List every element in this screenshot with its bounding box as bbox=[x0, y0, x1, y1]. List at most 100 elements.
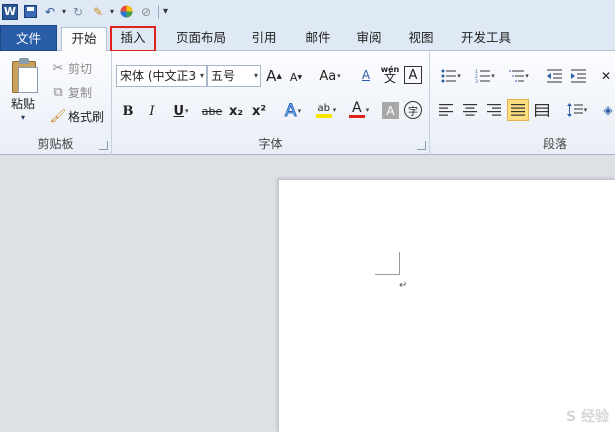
paragraph-group-label: 段落 bbox=[542, 137, 567, 151]
shrink-font-label: A bbox=[289, 70, 298, 84]
text-effects-label: A bbox=[284, 101, 297, 122]
tab-mailings[interactable]: 邮件 bbox=[300, 27, 336, 51]
italic-label: I bbox=[149, 103, 155, 119]
subscript-button[interactable]: x₂ bbox=[226, 101, 246, 121]
strikethrough-label: abe bbox=[201, 104, 223, 118]
asian-layout-button[interactable]: ✕ bbox=[596, 66, 615, 86]
tab-file[interactable]: 文件 bbox=[0, 25, 57, 51]
superscript-button[interactable]: x² bbox=[249, 101, 269, 121]
distributed-icon bbox=[535, 103, 549, 117]
paragraph-group: ▾ 123 ▾ ▾ ✕ ▾ ◈ 段落 bbox=[430, 51, 615, 155]
clipboard-group: 粘贴 ▾ ✂ 剪切 ⧉ 复制 🖌 格式刷 剪贴板 bbox=[0, 51, 112, 155]
shrink-font-button[interactable]: A ▼ bbox=[286, 67, 306, 87]
numbering-icon: 123 bbox=[475, 69, 491, 83]
align-center-button[interactable] bbox=[460, 100, 480, 120]
qat-separator bbox=[158, 4, 160, 19]
undo-dropdown-icon[interactable]: ▾ bbox=[62, 7, 66, 16]
multilevel-list-button[interactable]: ▾ bbox=[504, 66, 534, 86]
line-spacing-button[interactable]: ▾ bbox=[562, 100, 592, 120]
align-left-button[interactable] bbox=[436, 100, 456, 120]
undo-icon[interactable]: ↶ bbox=[42, 4, 58, 20]
character-shading-button[interactable]: A bbox=[382, 102, 399, 119]
align-left-icon bbox=[439, 104, 453, 116]
brush-icon: 🖌 bbox=[49, 109, 67, 124]
character-border-label: A bbox=[408, 67, 418, 83]
bullets-icon bbox=[441, 69, 457, 83]
paste-dropdown-icon[interactable]: ▾ bbox=[21, 113, 25, 122]
format-painter-button[interactable]: 🖌 格式刷 bbox=[50, 108, 104, 125]
phonetic-guide-char: 文 bbox=[383, 71, 396, 85]
tab-page-layout[interactable]: 页面布局 bbox=[170, 27, 232, 51]
font-name-value: 宋体 (中文正3 bbox=[120, 69, 197, 83]
align-right-icon bbox=[487, 104, 501, 116]
font-color-label: A bbox=[351, 100, 362, 116]
font-color-icon: A bbox=[348, 100, 365, 118]
superscript-label: x² bbox=[251, 103, 267, 119]
cut-label: 剪切 bbox=[68, 62, 93, 76]
copy-button[interactable]: ⧉ 复制 bbox=[50, 84, 92, 101]
italic-button[interactable]: I bbox=[142, 101, 162, 121]
numbering-button[interactable]: 123 ▾ bbox=[470, 66, 500, 86]
decrease-indent-button[interactable] bbox=[544, 66, 564, 86]
highlight-button[interactable]: ab ▾ bbox=[310, 100, 342, 120]
increase-indent-button[interactable] bbox=[568, 66, 588, 86]
tab-insert[interactable]: 插入 bbox=[110, 26, 156, 52]
customize-qat-icon[interactable]: ▾ bbox=[163, 6, 168, 17]
multilevel-list-icon bbox=[509, 70, 525, 82]
font-size-value: 五号 bbox=[211, 69, 236, 83]
tab-review[interactable]: 审阅 bbox=[351, 27, 387, 51]
character-border-button[interactable]: A bbox=[404, 66, 422, 84]
justify-button[interactable] bbox=[507, 99, 529, 121]
change-case-button[interactable]: Aa ▾ bbox=[316, 66, 344, 86]
bullets-button[interactable]: ▾ bbox=[436, 66, 466, 86]
clipboard-group-label: 剪贴板 bbox=[37, 137, 74, 151]
font-name-combo[interactable]: 宋体 (中文正3 ▾ bbox=[116, 65, 207, 87]
margin-corner-vertical bbox=[399, 252, 400, 275]
font-color-button[interactable]: A ▾ bbox=[344, 100, 374, 120]
cut-button[interactable]: ✂ 剪切 bbox=[50, 60, 92, 77]
underline-label: U bbox=[173, 103, 185, 119]
align-right-button[interactable] bbox=[484, 100, 504, 120]
text-effects-button[interactable]: A ▾ bbox=[278, 101, 308, 122]
document-page[interactable]: ↵ S 经验 bbox=[278, 179, 615, 432]
tab-references[interactable]: 引用 bbox=[246, 27, 282, 51]
paragraph-shading-button[interactable]: ◈ bbox=[598, 100, 615, 120]
paste-icon[interactable] bbox=[10, 57, 40, 95]
strikethrough-button[interactable]: abe bbox=[200, 101, 224, 121]
word-logo-icon[interactable]: W bbox=[2, 3, 18, 20]
font-name-dropdown-icon[interactable]: ▾ bbox=[200, 66, 204, 86]
clear-formatting-button[interactable]: A bbox=[356, 65, 376, 85]
font-size-dropdown-icon[interactable]: ▾ bbox=[254, 66, 258, 86]
decrease-indent-icon bbox=[546, 69, 562, 83]
clipboard-launcher-icon[interactable] bbox=[99, 141, 108, 150]
grow-font-button[interactable]: A ▲ bbox=[264, 66, 284, 86]
bold-button[interactable]: B bbox=[118, 101, 138, 121]
clear-format-icon[interactable]: ⊘ bbox=[138, 4, 154, 20]
font-size-combo[interactable]: 五号 ▾ bbox=[207, 65, 261, 87]
document-workspace: ↵ S 经验 bbox=[0, 155, 615, 432]
format-painter-dropdown-icon[interactable]: ▾ bbox=[110, 7, 114, 16]
tab-developer[interactable]: 开发工具 bbox=[455, 27, 517, 51]
highlight-color-bar bbox=[315, 113, 332, 118]
bold-label: B bbox=[122, 103, 134, 119]
phonetic-guide-button[interactable]: wén 文 bbox=[380, 64, 400, 84]
redo-icon[interactable]: ↻ bbox=[70, 4, 86, 20]
font-launcher-icon[interactable] bbox=[417, 141, 426, 150]
paste-button[interactable]: 粘贴 bbox=[11, 95, 35, 112]
line-spacing-icon bbox=[566, 103, 583, 117]
copy-label: 复制 bbox=[68, 86, 93, 100]
tab-home[interactable]: 开始 bbox=[61, 27, 107, 52]
tab-view[interactable]: 视图 bbox=[403, 27, 439, 51]
color-icon[interactable] bbox=[118, 4, 134, 20]
highlight-label: ab bbox=[317, 102, 330, 114]
distributed-button[interactable] bbox=[532, 100, 552, 120]
enclose-characters-label: 字 bbox=[408, 106, 418, 118]
enclose-characters-button[interactable]: 字 bbox=[404, 101, 422, 119]
save-icon[interactable] bbox=[22, 4, 38, 20]
underline-button[interactable]: U ▾ bbox=[166, 101, 196, 121]
watermark: S 经验 bbox=[566, 409, 609, 425]
subscript-label: x₂ bbox=[228, 103, 244, 119]
format-painter-icon[interactable]: ✎ bbox=[90, 4, 106, 20]
clear-formatting-icon: A bbox=[361, 68, 371, 82]
font-group-label: 字体 bbox=[258, 137, 283, 151]
